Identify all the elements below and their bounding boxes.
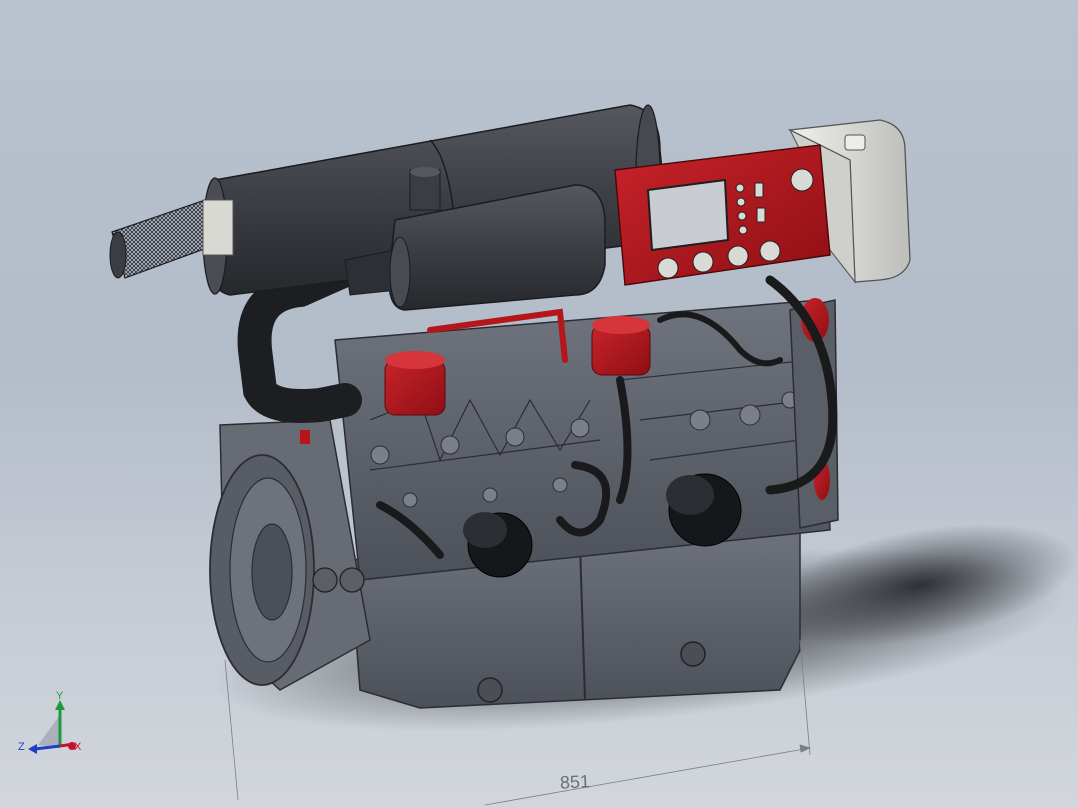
engine-block bbox=[334, 298, 839, 581]
engine-model[interactable]: Y Z X bbox=[0, 0, 1078, 808]
control-panel bbox=[614, 144, 831, 286]
triad-x-label: X bbox=[74, 741, 82, 753]
triad-z-label: Z bbox=[18, 741, 25, 753]
axis-triad[interactable]: Y Z X bbox=[18, 690, 82, 754]
dimension-value[interactable]: 851 bbox=[559, 771, 590, 794]
graphics-viewport[interactable]: Y Z X 851 bbox=[0, 0, 1078, 808]
triad-y-label: Y bbox=[56, 690, 64, 702]
flywheel-housing bbox=[209, 419, 371, 691]
